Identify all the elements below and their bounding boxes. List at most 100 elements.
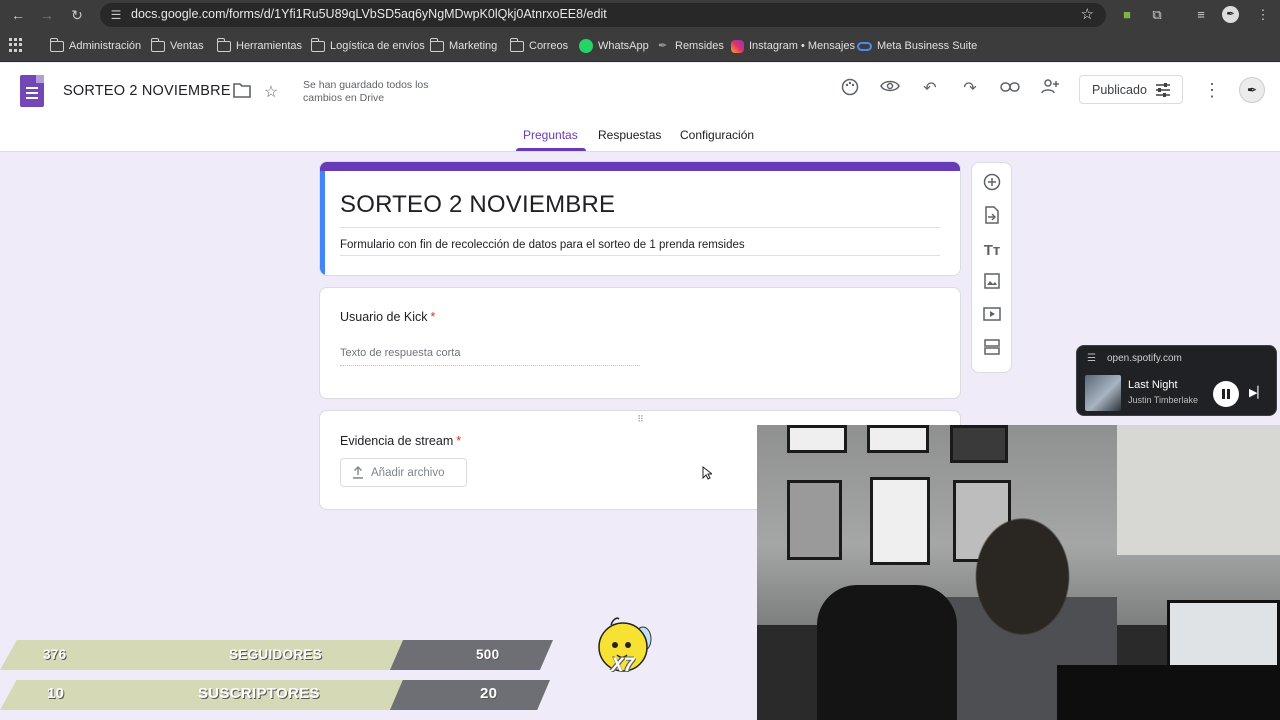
form-description[interactable]: Formulario con fin de recolección de dat… [340, 239, 745, 251]
bookmark-whatsapp[interactable]: WhatsApp [579, 38, 649, 54]
back-icon[interactable]: ← [9, 6, 27, 24]
drag-handle-icon[interactable]: ⠿ [633, 415, 649, 424]
address-bar[interactable]: ☰ docs.google.com/forms/d/1Yfi1Ru5U89qLV… [100, 3, 1106, 27]
subscribers-goal: 20 [480, 685, 498, 702]
bookmark-label: Herramientas [236, 40, 303, 52]
media-settings-icon[interactable]: ☰ [1087, 353, 1099, 365]
add-question-icon[interactable] [981, 173, 1003, 195]
bookmark-ventas[interactable]: Ventas [150, 37, 204, 54]
next-track-icon[interactable]: ▶▏ [1249, 385, 1266, 401]
link-icon[interactable] [999, 78, 1021, 100]
bookmark-star-icon[interactable]: ☆ [1081, 6, 1094, 24]
tab-configuracion[interactable]: Configuración [680, 128, 754, 142]
add-file-label: Añadir archivo [371, 466, 445, 479]
upload-icon [353, 466, 363, 479]
bookmark-remsides[interactable]: ✒ Remsides [658, 38, 724, 54]
pause-button[interactable] [1213, 381, 1239, 407]
bookmark-label: Logística de envíos [330, 40, 425, 52]
bookmark-label: Correos [529, 40, 569, 52]
add-collaborator-icon[interactable] [1039, 78, 1061, 100]
reload-icon[interactable]: ↻ [68, 6, 86, 24]
followers-label: SEGUIDORES [229, 647, 323, 662]
more-options-icon[interactable]: ⋮ [1203, 79, 1221, 101]
tab-preguntas[interactable]: Preguntas [523, 128, 578, 142]
publish-settings-icon [1156, 83, 1170, 97]
selected-indicator [320, 171, 325, 275]
forward-icon[interactable]: → [38, 6, 56, 24]
media-source: open.spotify.com [1107, 353, 1182, 364]
bookmark-administracion[interactable]: Administración [49, 37, 142, 54]
published-button[interactable]: Publicado [1079, 75, 1183, 104]
apps-grid-icon[interactable] [9, 38, 23, 52]
add-file-button[interactable]: Añadir archivo [340, 458, 467, 487]
add-video-icon[interactable] [981, 306, 1003, 328]
google-forms-logo-icon[interactable] [20, 75, 44, 107]
question-title-text: Usuario de Kick [340, 310, 428, 324]
bookmark-label: Instagram • Mensajes [749, 40, 855, 52]
folder-icon [216, 37, 231, 52]
answer-underline [340, 365, 640, 366]
required-asterisk: * [430, 310, 436, 324]
album-art [1085, 375, 1121, 411]
bookmark-label: Administración [69, 40, 142, 52]
bee-mascot: X7 [597, 617, 653, 679]
site-info-icon[interactable]: ☰ [108, 7, 124, 23]
save-status: Se han guardado todos los cambios en Dri… [303, 79, 429, 104]
folder-icon [150, 37, 165, 52]
bookmark-label: Meta Business Suite [877, 40, 978, 52]
subscribers-label: SUSCRIPTORES [198, 685, 320, 702]
browser-menu-icon[interactable]: ⋮ [1254, 6, 1272, 24]
undo-icon[interactable]: ↶ [919, 78, 941, 100]
instagram-icon [731, 39, 744, 53]
bookmark-label: Ventas [170, 40, 204, 52]
url-text: docs.google.com/forms/d/1Yfi1Ru5U89qLVbS… [131, 7, 607, 21]
form-title-card[interactable]: SORTEO 2 NOVIEMBRE Formulario con fin de… [319, 161, 961, 276]
customize-theme-icon[interactable] [839, 78, 861, 100]
bookmark-instagram[interactable]: Instagram • Mensajes [731, 38, 855, 54]
tab-respuestas[interactable]: Respuestas [598, 128, 661, 142]
preview-eye-icon[interactable] [879, 78, 901, 100]
bookmarks-bar: Administración Ventas Herramientas Logís… [0, 30, 1280, 62]
spotify-mini-player[interactable]: ☰ open.spotify.com Last Night Justin Tim… [1076, 345, 1277, 416]
profile-avatar-icon[interactable]: ✒ [1222, 6, 1239, 23]
form-title[interactable]: SORTEO 2 NOVIEMBRE [340, 191, 615, 219]
redo-icon[interactable]: ↷ [959, 78, 981, 100]
bookmark-marketing[interactable]: Marketing [429, 37, 498, 54]
short-answer-placeholder: Texto de respuesta corta [340, 347, 461, 359]
song-title: Last Night [1128, 379, 1178, 391]
bookmark-meta[interactable]: Meta Business Suite [857, 38, 977, 54]
move-folder-icon[interactable] [231, 82, 253, 104]
bookmark-label: Marketing [449, 40, 498, 52]
folder-icon [310, 37, 325, 52]
subscribers-goal-remaining [390, 680, 550, 710]
add-image-icon[interactable] [981, 273, 1003, 295]
media-control-icon[interactable]: ≡ [1192, 6, 1210, 24]
bookmark-logistica[interactable]: Logística de envíos [310, 37, 425, 54]
bookmark-herramientas[interactable]: Herramientas [216, 37, 303, 54]
document-title[interactable]: SORTEO 2 NOVIEMBRE [63, 83, 231, 99]
extensions-puzzle-icon[interactable]: ⧉ [1148, 6, 1166, 24]
question-toolbar: Tт [971, 162, 1012, 373]
browser-toolbar: ← → ↻ ☰ docs.google.com/forms/d/1Yfi1Ru5… [0, 0, 1280, 30]
folder-icon [509, 37, 524, 52]
extension-icon[interactable]: ■ [1118, 6, 1136, 24]
bookmark-label: Remsides [675, 40, 724, 52]
active-tab-indicator [516, 148, 586, 151]
folder-icon [49, 37, 64, 52]
question-title[interactable]: Evidencia de stream * [340, 434, 461, 448]
bee-badge-text: X7 [611, 655, 635, 676]
account-avatar[interactable]: ✒ [1239, 77, 1265, 103]
question-title[interactable]: Usuario de Kick * [340, 310, 435, 324]
question-card[interactable]: Usuario de Kick * Texto de respuesta cort… [319, 287, 961, 399]
followers-current: 376 [43, 647, 67, 662]
bookmark-correos[interactable]: Correos [509, 37, 569, 54]
import-questions-icon[interactable] [981, 206, 1003, 228]
required-asterisk: * [456, 434, 462, 448]
add-section-icon[interactable] [981, 339, 1003, 361]
star-icon[interactable]: ☆ [260, 82, 282, 104]
form-tabs: Preguntas Respuestas Configuración [0, 128, 1280, 152]
add-title-icon[interactable]: Tт [981, 240, 1003, 262]
whatsapp-icon [579, 39, 593, 53]
divider [340, 255, 940, 256]
subscribers-current: 10 [47, 685, 65, 702]
